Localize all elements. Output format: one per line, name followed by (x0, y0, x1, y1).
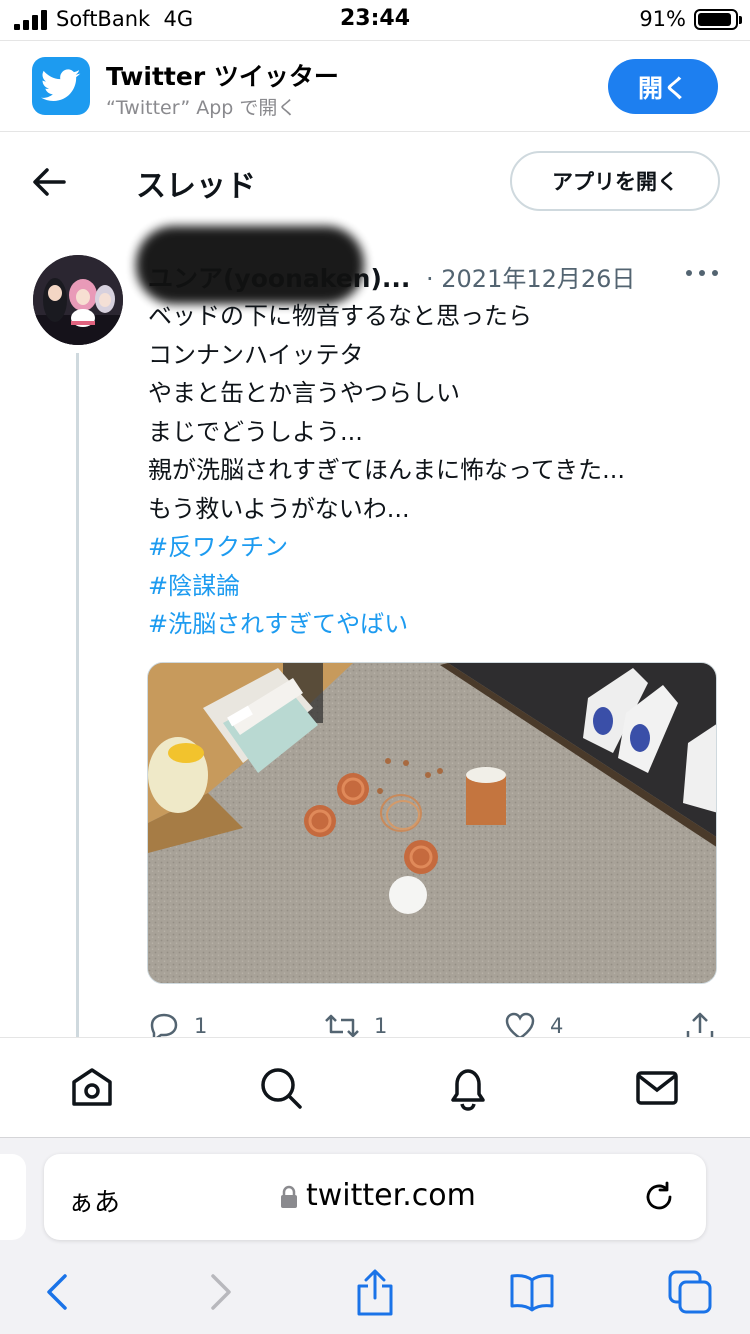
reload-icon[interactable] (642, 1180, 676, 1214)
avatar[interactable] (33, 255, 123, 345)
more-options-icon[interactable] (686, 270, 718, 278)
home-icon[interactable] (68, 1064, 116, 1112)
open-app-banner-button[interactable]: 開く (608, 59, 718, 114)
battery-percent: 91% (639, 7, 686, 31)
thread-connector-line (76, 353, 79, 1043)
app-name: Twitter ツイッター (106, 62, 339, 91)
bookmarks-icon[interactable] (508, 1268, 556, 1316)
status-clock: 23:44 (339, 6, 411, 31)
address-bar[interactable]: ぁあ twitter.com (44, 1154, 706, 1240)
forward-icon[interactable] (196, 1268, 244, 1316)
open-app-button[interactable]: アプリを開く (510, 151, 720, 211)
tweet-date[interactable]: · 2021年12月26日 (426, 259, 635, 294)
bottom-nav (0, 1037, 750, 1137)
lock-icon (281, 1185, 297, 1208)
battery-icon (694, 9, 742, 30)
hashtag-link[interactable]: #洗脳されすぎてやばい (148, 605, 728, 644)
safari-toolbar: ぁあ twitter.com (0, 1137, 750, 1334)
retweet-icon (325, 1014, 359, 1038)
hashtag-link[interactable]: #陰謀論 (148, 567, 728, 606)
back-icon[interactable] (34, 1268, 82, 1316)
back-arrow-icon[interactable] (32, 167, 66, 197)
tweet-text-line: もう救いようがないわ... (148, 494, 410, 523)
tabs-icon[interactable] (666, 1268, 714, 1316)
tweet-text-line: やまと缶とか言うやつらしい (148, 379, 460, 407)
tweet-text: ベッドの下に物音するなと思ったら コンナンハイッテタ やまと缶とか言うやつらしい… (148, 297, 728, 644)
tweet-text-line: まじでどうしよう... (148, 417, 363, 446)
twitter-bird-icon (32, 57, 90, 115)
reader-options-button[interactable]: ぁあ (68, 1182, 120, 1219)
thread-header: スレッド アプリを開く (0, 133, 750, 231)
app-banner: Twitter ツイッター “Twitter” App で開く 開く (0, 40, 750, 132)
status-bar: SoftBank 4G 23:44 91% (0, 0, 750, 40)
app-subtitle: “Twitter” App で開く (106, 97, 297, 119)
share-icon[interactable] (351, 1268, 399, 1316)
like-count: 4 (550, 1014, 564, 1038)
messages-icon[interactable] (633, 1064, 681, 1112)
page-title: スレッド (136, 169, 256, 204)
redaction-scribble (136, 226, 364, 304)
tweet-text-line: 親が洗脳されすぎてほんまに怖なってきた... (148, 456, 625, 484)
reply-count: 1 (194, 1014, 208, 1038)
hashtag-link[interactable]: #反ワクチン (148, 528, 728, 567)
retweet-count: 1 (374, 1014, 388, 1038)
tweet-text-line: コンナンハイッテタ (148, 340, 364, 369)
previous-tab-preview[interactable] (0, 1154, 26, 1240)
tweet-photo[interactable] (147, 662, 717, 984)
search-icon[interactable] (257, 1064, 305, 1112)
tweet-text-line: ベッドの下に物音するなと思ったら (148, 302, 532, 330)
url-text[interactable]: twitter.com (306, 1178, 476, 1213)
notifications-icon[interactable] (444, 1064, 492, 1112)
